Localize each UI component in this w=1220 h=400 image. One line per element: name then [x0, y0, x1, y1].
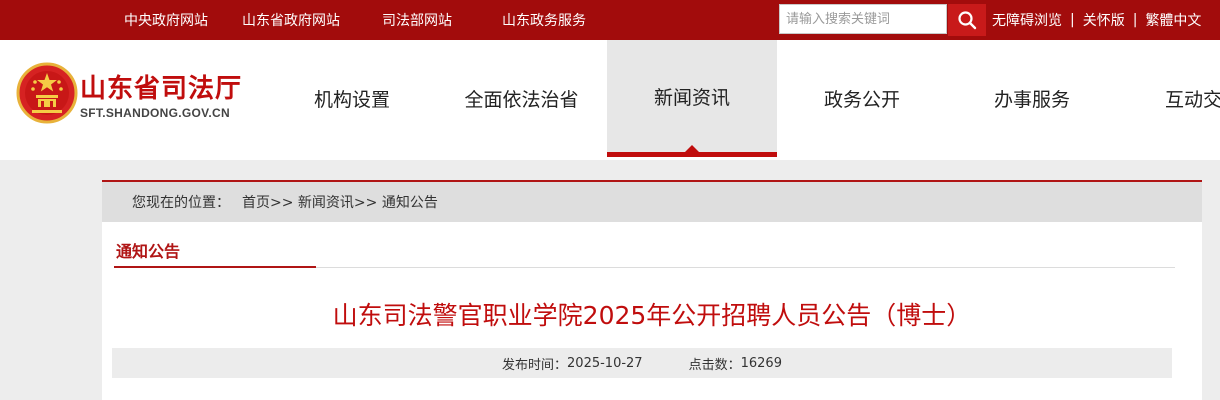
search-button[interactable] [948, 4, 986, 36]
section-title[interactable]: 通知公告 [116, 238, 180, 262]
search-input[interactable] [780, 5, 946, 33]
top-links: 中央政府网站 山东省政府网站 司法部网站 山东政务服务 [124, 0, 620, 40]
nav-item-label: 全面依法治省 [464, 89, 579, 111]
article-meta: 发布时间： 2025-10-27 点击数： 16269 [112, 348, 1172, 378]
publish-date: 2025-10-27 [567, 355, 643, 371]
search-icon [958, 11, 977, 30]
nav-item-rule-of-law[interactable]: 全面依法治省 [436, 40, 607, 157]
link-ministry-justice[interactable]: 司法部网站 [382, 10, 452, 30]
nav-item-label: 政务公开 [823, 89, 900, 111]
clicks-label: 点击数： [688, 357, 741, 373]
section-underline [114, 266, 316, 268]
nav-item-label: 互动交流 [1165, 89, 1220, 111]
traditional-chinese-link[interactable]: 繁體中文 [1145, 10, 1201, 30]
breadcrumb: 您现在的位置： 首页>> 新闻资讯>> 通知公告 [102, 182, 1202, 222]
separator: | [1132, 12, 1138, 28]
section-header: 通知公告 [114, 232, 1175, 268]
nav-item-label: 办事服务 [993, 89, 1070, 111]
nav-item-gov-affairs[interactable]: 政务公开 [777, 40, 947, 157]
accessibility-link[interactable]: 无障碍浏览 [992, 10, 1062, 30]
link-shandong-gov[interactable]: 山东省政府网站 [242, 10, 340, 30]
search-box [779, 4, 947, 34]
link-shandong-services[interactable]: 山东政务服务 [502, 10, 586, 30]
utility-links: 无障碍浏览 | 关怀版 | 繁體中文 [992, 0, 1201, 40]
nav-item-label: 机构设置 [313, 89, 390, 111]
publish-label: 发布时间： [502, 357, 568, 373]
nav-item-services[interactable]: 办事服务 [947, 40, 1117, 157]
top-bar: 中央政府网站 山东省政府网站 司法部网站 山东政务服务 无障碍浏览 | 关怀版 … [0, 0, 1220, 40]
link-central-gov[interactable]: 中央政府网站 [124, 10, 208, 30]
care-mode-link[interactable]: 关怀版 [1083, 10, 1125, 30]
breadcrumb-path[interactable]: 首页>> 新闻资讯>> 通知公告 [242, 192, 438, 212]
article-title: 山东司法警官职业学院2025年公开招聘人员公告（博士） [332, 301, 972, 330]
nav-item-organization[interactable]: 机构设置 [268, 40, 436, 157]
nav-item-news[interactable]: 新闻资讯 [607, 40, 777, 157]
clicks-count: 16269 [740, 355, 782, 371]
breadcrumb-label: 您现在的位置： [132, 195, 230, 211]
national-emblem-icon[interactable] [16, 62, 78, 124]
site-domain: SFT.SHANDONG.GOV.CN [80, 106, 230, 120]
active-caret [684, 145, 700, 153]
site-header: 山东省司法厅 SFT.SHANDONG.GOV.CN 机构设置 全面依法治省 新… [0, 40, 1220, 160]
content-panel: 您现在的位置： 首页>> 新闻资讯>> 通知公告 通知公告 山东司法警官职业学院… [102, 180, 1202, 400]
site-name[interactable]: 山东省司法厅 [80, 68, 242, 105]
nav-item-label: 新闻资讯 [653, 86, 730, 109]
separator: | [1070, 12, 1075, 28]
nav-item-interaction[interactable]: 互动交流 [1117, 40, 1220, 157]
